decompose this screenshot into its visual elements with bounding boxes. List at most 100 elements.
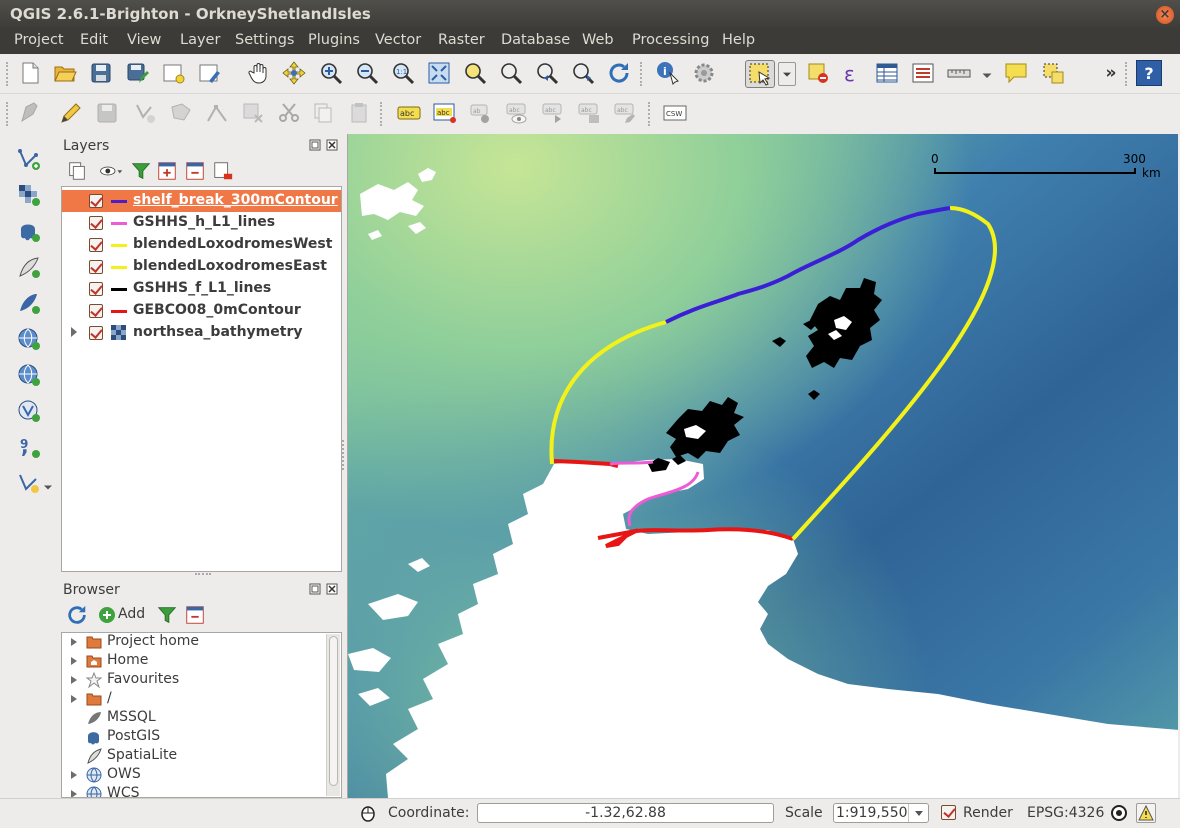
layer-visibility-checkbox[interactable]	[89, 282, 103, 296]
expand-arrow-icon[interactable]	[71, 676, 77, 684]
show-hide-labels-icon[interactable]: abc	[504, 100, 530, 126]
save-project-icon[interactable]	[88, 60, 114, 86]
expand-arrow-icon[interactable]	[71, 327, 77, 337]
identify-features-icon[interactable]: i	[655, 60, 681, 86]
composer-manager-icon[interactable]	[196, 60, 222, 86]
browser-refresh-icon[interactable]	[66, 604, 88, 626]
layers-panel-close-button[interactable]	[326, 139, 338, 155]
menu-plugins[interactable]: Plugins	[308, 32, 360, 48]
change-label-icon[interactable]: abc	[612, 100, 638, 126]
select-features-icon[interactable]	[745, 60, 775, 88]
add-spatialite-layer-icon[interactable]	[16, 254, 42, 280]
layer-visibility-checkbox[interactable]	[89, 194, 103, 208]
measure-dropdown-icon[interactable]	[978, 62, 996, 88]
menu-layer[interactable]: Layer	[180, 32, 220, 48]
rotate-label-icon[interactable]: abc	[576, 100, 602, 126]
toolbar-grip[interactable]	[1125, 62, 1129, 86]
toolbar-overflow-button[interactable]: »	[1098, 60, 1124, 86]
add-feature-icon[interactable]	[132, 100, 158, 126]
menu-raster[interactable]: Raster	[438, 32, 485, 48]
toolbar-grip[interactable]	[640, 62, 644, 86]
zoom-last-icon[interactable]	[534, 60, 560, 86]
browser-item-root[interactable]: /	[62, 690, 324, 709]
scrollbar-thumb[interactable]	[329, 636, 338, 786]
remove-layer-icon[interactable]	[212, 160, 234, 182]
help-contents-button[interactable]: ?	[1136, 60, 1162, 86]
expand-all-icon[interactable]	[66, 160, 88, 182]
scale-dropdown-icon[interactable]	[908, 804, 928, 822]
node-tool-icon[interactable]	[204, 100, 230, 126]
copy-features-icon[interactable]	[310, 100, 336, 126]
browser-panel-float-button[interactable]	[309, 583, 321, 599]
pan-hand-icon[interactable]	[246, 60, 272, 86]
move-feature-icon[interactable]	[168, 100, 194, 126]
layer-visibility-checkbox[interactable]	[89, 304, 103, 318]
save-as-icon[interactable]	[124, 60, 150, 86]
browser-item-project-home[interactable]: Project home	[62, 633, 324, 652]
layer-row-loxodromes-east[interactable]: blendedLoxodromesEast	[62, 256, 341, 278]
layer-visibility-checkbox[interactable]	[89, 326, 103, 340]
new-project-icon[interactable]	[17, 60, 43, 86]
field-calculator-icon[interactable]: ε	[840, 60, 866, 86]
expand-arrow-icon[interactable]	[71, 771, 77, 779]
move-label-icon[interactable]: abc	[540, 100, 566, 126]
toolbar-grip[interactable]	[6, 62, 10, 86]
csw-icon[interactable]: CSW	[662, 100, 688, 126]
layer-visibility-checkbox[interactable]	[89, 216, 103, 230]
mouse-coordinate-icon[interactable]	[359, 804, 377, 822]
zoom-to-selection-icon[interactable]	[462, 60, 488, 86]
add-group-icon[interactable]	[156, 160, 178, 182]
layer-row-bathymetry[interactable]: northsea_bathymetry	[62, 322, 341, 344]
browser-scrollbar[interactable]	[326, 634, 340, 796]
menu-settings[interactable]: Settings	[235, 32, 294, 48]
manage-visibility-icon[interactable]	[96, 160, 126, 182]
layer-row-shelf-break[interactable]: shelf_break_300mContour	[62, 190, 341, 212]
layer-row-gshhs-h[interactable]: GSHHS_h_L1_lines	[62, 212, 341, 234]
cut-features-icon[interactable]	[276, 100, 302, 126]
add-wms-layer-icon[interactable]	[16, 326, 42, 352]
layer-visibility-checkbox[interactable]	[89, 260, 103, 274]
add-raster-layer-icon[interactable]	[16, 182, 42, 208]
browser-collapse-icon[interactable]	[184, 604, 206, 626]
menu-view[interactable]: View	[127, 32, 161, 48]
browser-item-home[interactable]: Home	[62, 652, 324, 671]
map-canvas[interactable]: 0 300 km	[347, 134, 1178, 798]
browser-item-postgis[interactable]: PostGIS	[62, 728, 324, 747]
pin-labels-icon[interactable]: ab	[468, 100, 494, 126]
expand-arrow-icon[interactable]	[71, 790, 77, 797]
add-delimited-text-layer-icon[interactable]: ,9	[16, 434, 42, 460]
layer-row-gebco[interactable]: GEBCO08_0mContour	[62, 300, 341, 322]
messages-warning-icon[interactable]	[1136, 803, 1156, 823]
run-feature-action-icon[interactable]	[691, 60, 717, 86]
browser-item-mssql[interactable]: MSSQL	[62, 709, 324, 728]
add-vector-layer-icon[interactable]	[16, 146, 42, 172]
collapse-all-icon[interactable]	[184, 160, 206, 182]
toolbar-grip[interactable]	[648, 102, 652, 126]
render-checkbox[interactable]	[941, 805, 956, 820]
refresh-icon[interactable]	[606, 60, 632, 86]
coordinate-field[interactable]: -1.32,62.88	[477, 803, 774, 823]
crs-globe-icon[interactable]	[1110, 804, 1128, 822]
crs-status-button[interactable]: EPSG:4326	[1027, 805, 1104, 821]
measure-line-icon[interactable]	[946, 60, 972, 86]
window-close-button[interactable]: ×	[1156, 6, 1174, 24]
browser-item-ows[interactable]: OWS	[62, 766, 324, 785]
menu-web[interactable]: Web	[582, 32, 614, 48]
new-layer-dropdown-icon[interactable]	[42, 474, 54, 500]
browser-panel-close-button[interactable]	[326, 583, 338, 599]
menu-edit[interactable]: Edit	[80, 32, 108, 48]
menu-database[interactable]: Database	[501, 32, 570, 48]
add-wcs-layer-icon[interactable]	[16, 362, 42, 388]
toolbar-grip[interactable]	[380, 102, 384, 126]
panel-splitter[interactable]	[195, 573, 211, 577]
browser-item-favourites[interactable]: Favourites	[62, 671, 324, 690]
menu-vector[interactable]: Vector	[375, 32, 421, 48]
toggle-editing-icon[interactable]	[58, 100, 84, 126]
browser-filter-icon[interactable]	[156, 604, 178, 626]
pan-to-selection-icon[interactable]	[281, 60, 307, 86]
attribute-table-icon[interactable]	[874, 60, 900, 86]
zoom-in-icon[interactable]	[318, 60, 344, 86]
label-tool-icon[interactable]: abc	[396, 100, 422, 126]
browser-item-spatialite[interactable]: SpatiaLite	[62, 747, 324, 766]
deselect-all-icon[interactable]	[805, 60, 831, 86]
